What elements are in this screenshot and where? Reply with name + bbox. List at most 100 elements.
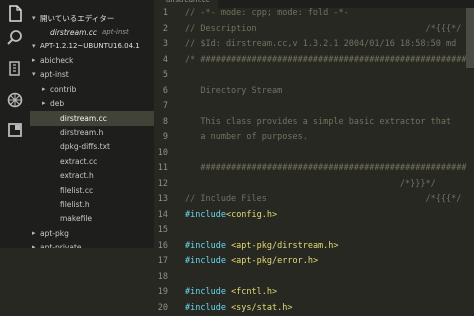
code-line: 14 #include<config.h> — [154, 208, 474, 224]
code-token: // Include Files /*{{{*/ — [185, 194, 461, 204]
editor-scrollbar[interactable] — [466, 8, 474, 68]
line-number: 11 — [154, 161, 168, 177]
tree-item-label: apt-pkg — [40, 226, 69, 241]
line-number: 3 — [154, 37, 168, 53]
line-number: 10 — [154, 146, 168, 162]
tree-item-label: extract.h — [60, 168, 94, 183]
code-editor[interactable]: 1 // -*- mode: cpp; mode: fold -*- 2 // Des… — [154, 8, 474, 248]
line-number: 4 — [154, 53, 168, 69]
line-number: 15 — [154, 223, 168, 239]
line-number: 17 — [154, 254, 168, 270]
code-token: This class provides a simple basic extra… — [185, 117, 451, 127]
tree-item-label: extract.cc — [60, 154, 97, 169]
chevron-right-icon: ▸ — [42, 96, 46, 111]
code-token: #include — [185, 256, 231, 266]
code-line: 7 — [154, 99, 474, 115]
debug-icon[interactable] — [5, 90, 25, 110]
activity-bar — [0, 0, 30, 248]
files-icon[interactable] — [5, 4, 25, 24]
open-file-folder: apt-inst — [102, 25, 129, 40]
open-editor-item[interactable]: dirstream.cc apt-inst — [30, 25, 154, 40]
folder-item[interactable]: ▾apt-inst — [30, 67, 154, 82]
file-item[interactable]: dpkg-diffs.txt — [30, 139, 154, 154]
file-item[interactable]: dirstream.cc — [30, 111, 154, 126]
code-text: a number of purposes. — [185, 130, 308, 146]
line-number: 7 — [154, 99, 168, 115]
line-number: 12 — [154, 177, 168, 193]
code-line: 1 // -*- mode: cpp; mode: fold -*- — [154, 6, 474, 22]
code-text: // Description /*{{{*/ — [185, 22, 461, 38]
search-icon[interactable] — [5, 28, 25, 48]
chevron-right-icon: ▸ — [32, 240, 36, 248]
file-item[interactable]: extract.cc — [30, 154, 154, 169]
code-line: 3// $Id: dirstream.cc,v 1.3.2.1 2004/01/… — [154, 37, 474, 53]
code-text: /* #####################################… — [185, 53, 474, 69]
more-actions-icon[interactable]: ··· — [439, 0, 452, 5]
code-token: #include — [185, 287, 231, 297]
code-token: // Description /*{{{*/ — [185, 24, 461, 34]
code-text: ########################################… — [185, 161, 466, 177]
code-token: // -*- mode: cpp; mode: fold -*- — [185, 8, 349, 18]
code-token: Directory Stream — [185, 86, 282, 96]
open-file-name: dirstream.cc — [50, 25, 97, 40]
workspace-label: APT-1.2.12~UBUNTU16.04.1 — [40, 39, 140, 54]
code-line: 12 /*}}}*/ — [154, 177, 474, 193]
code-token: <fcntl.h> — [231, 287, 277, 297]
folder-item[interactable]: ▸ deb — [30, 96, 154, 111]
file-item[interactable]: extract.h — [30, 168, 154, 183]
code-token: ########################################… — [185, 163, 466, 173]
code-token: <config.h> — [226, 210, 277, 220]
line-number: 16 — [154, 239, 168, 255]
chevron-down-icon: ▾ — [32, 39, 36, 54]
file-item[interactable]: makefile — [30, 211, 154, 226]
code-line: 10 — [154, 146, 474, 162]
line-number: 14 — [154, 208, 168, 224]
code-line: 13// Include Files /*{{{*/ — [154, 192, 474, 208]
code-text: #include <apt-pkg/error.h> — [185, 254, 318, 270]
code-line: 8 This class provides a simple basic ext… — [154, 115, 474, 131]
extensions-icon[interactable] — [5, 120, 25, 140]
tree-item-label: apt-private — [40, 240, 82, 248]
tree-item-label: filelist.h — [60, 197, 90, 212]
code-text: This class provides a simple basic extra… — [185, 115, 451, 131]
chevron-right-icon: ▸ — [32, 53, 36, 68]
open-editors-header[interactable]: ▾ 開いているエディター — [30, 11, 154, 26]
code-token: /*}}}*/ — [185, 179, 436, 189]
code-text: #include <fcntl.h> — [185, 285, 277, 301]
code-line: 20#include <sys/stat.h> — [154, 301, 474, 316]
tree-item-label: abicheck — [40, 53, 73, 68]
code-text: // Include Files /*{{{*/ — [185, 192, 461, 208]
tree-item-label: dirstream.cc — [60, 111, 107, 126]
tree-item-label: deb — [50, 96, 64, 111]
folder-item[interactable]: ▸ apt-pkg — [30, 226, 154, 241]
tree-item-label: filelist.cc — [60, 183, 93, 198]
code-token: #include — [185, 210, 226, 220]
code-line: 9 a number of purposes. — [154, 130, 474, 146]
folder-item[interactable]: ▸ apt-private — [30, 240, 154, 248]
line-number: 8 — [154, 115, 168, 131]
code-line: 11 #####################################… — [154, 161, 474, 177]
code-line: 18 — [154, 270, 474, 286]
chevron-down-icon: ▾ — [32, 67, 36, 82]
line-number: 2 — [154, 22, 168, 38]
code-token: <apt-pkg/error.h> — [231, 256, 318, 266]
file-item[interactable]: dirstream.h — [30, 125, 154, 140]
chevron-right-icon: ▸ — [32, 226, 36, 241]
folder-item[interactable]: ▸contrib — [30, 82, 154, 97]
explorer-sidebar: ▾ 開いているエディター dirstream.cc apt-inst ▾ APT… — [30, 0, 154, 248]
file-item[interactable]: filelist.h — [30, 197, 154, 212]
chevron-down-icon: ▾ — [32, 11, 36, 26]
line-number: 6 — [154, 84, 168, 100]
source-control-icon[interactable] — [5, 58, 25, 78]
file-item[interactable]: filelist.cc — [30, 183, 154, 198]
folder-item[interactable]: ▸ abicheck — [30, 53, 154, 68]
code-token: #include — [185, 303, 231, 313]
code-text: #include <sys/stat.h> — [185, 301, 292, 316]
code-line: 2 // Description /*{{{*/ — [154, 22, 474, 38]
workspace-header[interactable]: ▾ APT-1.2.12~UBUNTU16.04.1 — [30, 39, 154, 54]
code-line: 15 — [154, 223, 474, 239]
code-line: 4 /* ####################################… — [154, 53, 474, 69]
code-token: /* #####################################… — [185, 55, 474, 65]
line-number: 1 — [154, 6, 168, 22]
code-token: <sys/stat.h> — [231, 303, 292, 313]
